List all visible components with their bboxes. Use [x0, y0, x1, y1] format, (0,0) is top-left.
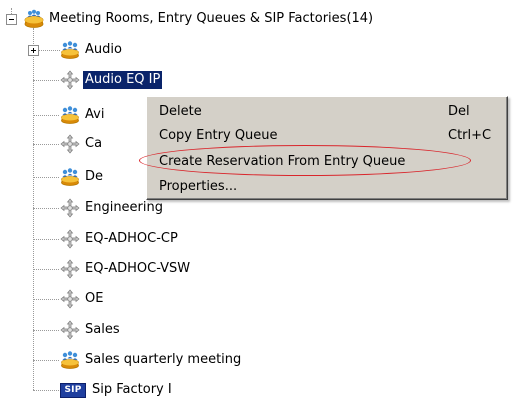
tree-item-avi[interactable]: Avi	[60, 105, 106, 125]
tree-root-label: Meeting Rooms, Entry Queues & SIP Factor…	[49, 11, 374, 26]
tree-item-audio-eq-ip[interactable]: Audio EQ IP	[60, 70, 164, 90]
menu-item-properties[interactable]: Properties...	[150, 175, 504, 198]
tree-connector	[33, 80, 59, 81]
tree-item-label: Sales quarterly meeting	[85, 352, 242, 367]
tree-connector	[33, 269, 59, 270]
tree-item-sales-quarterly-meeting[interactable]: Sales quarterly meeting	[60, 350, 243, 370]
tree-item-label: Engineering	[85, 200, 163, 215]
tree-item-eq-adhoc-cp[interactable]: EQ-ADHOC-CP	[60, 229, 180, 249]
conference-tree: Meeting Rooms, Entry Queues & SIP Factor…	[0, 0, 516, 402]
meeting-room-icon	[61, 105, 79, 124]
entry-queue-icon	[60, 229, 80, 249]
tree-connector	[33, 299, 59, 300]
menu-item-label: Create Reservation From Entry Queue	[159, 154, 406, 169]
collapse-toggle-root[interactable]	[6, 14, 17, 25]
tree-item-label: Sip Factory I	[92, 382, 172, 397]
entry-queue-icon	[60, 320, 80, 340]
meeting-rooms-group-icon	[24, 9, 44, 29]
tree-item-audio[interactable]: Audio	[60, 40, 124, 60]
entry-queue-icon	[60, 70, 80, 90]
meeting-room-icon	[61, 350, 79, 369]
tree-item-label: Ca	[85, 136, 103, 151]
menu-item-create-reservation[interactable]: Create Reservation From Entry Queue	[150, 150, 504, 173]
tree-item-label: De	[85, 169, 104, 184]
tree-item-de[interactable]: De	[60, 167, 105, 187]
tree-item-label: Avi	[85, 107, 105, 122]
tree-connector	[33, 208, 59, 209]
tree-item-ca[interactable]: Ca	[60, 134, 104, 154]
tree-item-label: EQ-ADHOC-VSW	[85, 261, 191, 276]
tree-connector	[33, 115, 59, 116]
menu-item-shortcut: Del	[448, 104, 470, 119]
expand-toggle-audio[interactable]	[28, 45, 39, 56]
tree-connector	[33, 330, 59, 331]
tree-item-oe[interactable]: OE	[60, 289, 105, 309]
context-menu: Delete Del Copy Entry Queue Ctrl+C Creat…	[146, 96, 508, 200]
tree-item-label: Audio EQ IP	[81, 70, 164, 90]
tree-item-label: Audio	[85, 42, 122, 57]
tree-connector	[38, 50, 60, 51]
tree-connector	[33, 239, 59, 240]
entry-queue-icon	[60, 198, 80, 218]
tree-item-engineering[interactable]: Engineering	[60, 198, 165, 218]
tree-item-label: OE	[85, 291, 104, 306]
tree-connector	[33, 177, 59, 178]
menu-item-label: Delete	[159, 104, 202, 119]
tree-connector	[33, 390, 59, 391]
sip-factory-icon: SIP	[60, 382, 86, 398]
tree-connector	[33, 144, 59, 145]
tree-connector	[33, 28, 34, 368]
tree-item-sip-factory-i[interactable]: SIP Sip Factory I	[60, 380, 174, 400]
menu-item-label: Copy Entry Queue	[159, 128, 278, 143]
tree-connector	[33, 360, 34, 390]
tree-item-label: Sales	[85, 322, 120, 337]
tree-item-eq-adhoc-vsw[interactable]: EQ-ADHOC-VSW	[60, 259, 192, 279]
meeting-room-icon	[61, 167, 79, 186]
menu-item-shortcut: Ctrl+C	[448, 128, 492, 143]
entry-queue-icon	[60, 134, 80, 154]
meeting-room-icon	[61, 40, 79, 59]
tree-item-label: EQ-ADHOC-CP	[85, 231, 178, 246]
menu-item-copy-entry-queue[interactable]: Copy Entry Queue Ctrl+C	[150, 124, 504, 147]
tree-root-node[interactable]: Meeting Rooms, Entry Queues & SIP Factor…	[24, 9, 375, 29]
tree-item-sales[interactable]: Sales	[60, 320, 122, 340]
tree-connector	[33, 360, 59, 361]
menu-item-delete[interactable]: Delete Del	[150, 100, 504, 123]
entry-queue-icon	[60, 259, 80, 279]
entry-queue-icon	[60, 289, 80, 309]
menu-item-label: Properties...	[159, 179, 238, 194]
